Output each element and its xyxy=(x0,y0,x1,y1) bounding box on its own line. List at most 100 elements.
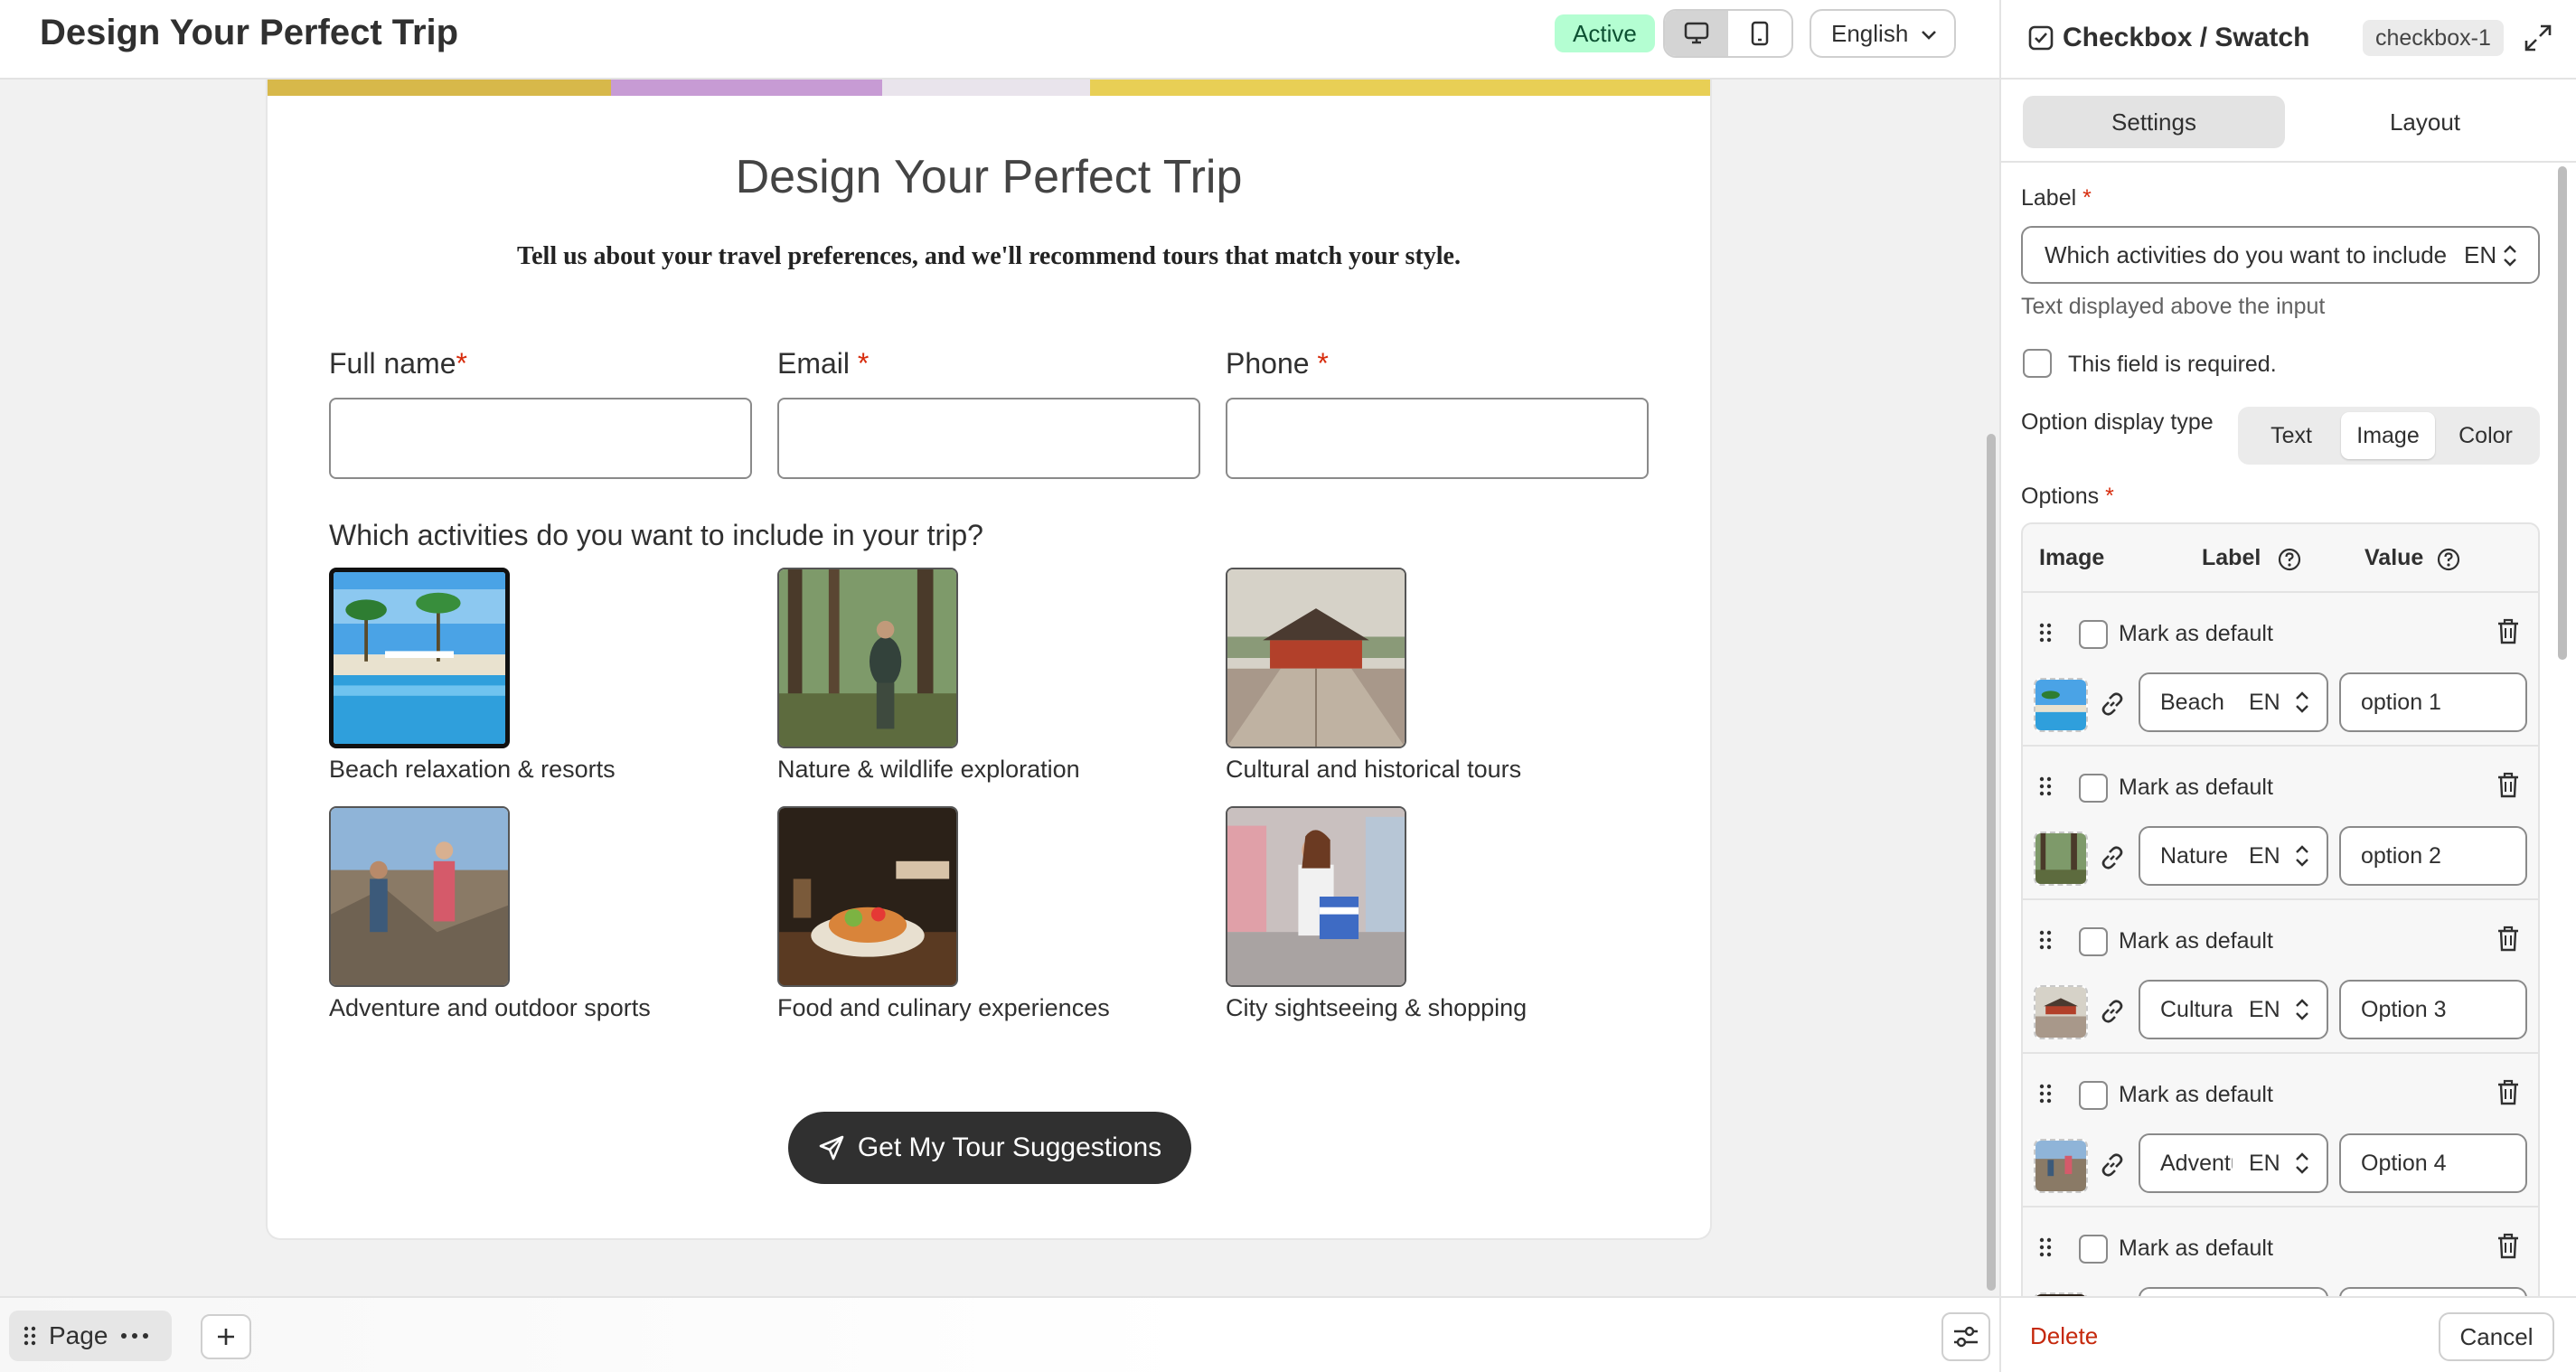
desktop-view-button[interactable] xyxy=(1665,11,1728,56)
language-select[interactable]: English xyxy=(1810,9,1956,58)
drag-handle-icon[interactable] xyxy=(24,1325,36,1347)
option-image-thumb[interactable] xyxy=(2034,985,2088,1039)
option-beach[interactable]: Beach relaxation & resorts xyxy=(329,568,763,785)
option-label: Adventure and outdoor sports xyxy=(329,994,651,1021)
trash-icon[interactable] xyxy=(2496,926,2520,953)
hero-image xyxy=(268,80,1710,96)
cultural-image xyxy=(1226,568,1406,748)
help-icon[interactable] xyxy=(2437,548,2460,571)
option-label: Beach relaxation & resorts xyxy=(329,756,616,783)
full-name-input[interactable] xyxy=(329,398,752,479)
updown-icon[interactable] xyxy=(2294,691,2310,714)
option-label: Nature & wildlife exploration xyxy=(777,756,1080,783)
option-nature[interactable]: Nature & wildlife exploration xyxy=(777,568,1211,785)
option-food[interactable]: Food and culinary experiences xyxy=(777,806,1211,1023)
display-type-image[interactable]: Image xyxy=(2341,412,2435,459)
option-image-thumb[interactable] xyxy=(2034,832,2088,886)
link-icon[interactable] xyxy=(2099,998,2126,1025)
canvas-settings-button[interactable] xyxy=(1941,1312,1990,1361)
updown-icon[interactable] xyxy=(2294,844,2310,868)
page-tab[interactable]: Page xyxy=(9,1311,172,1361)
canvas-scrollbar[interactable] xyxy=(1987,434,1996,1291)
trash-icon[interactable] xyxy=(2496,1079,2520,1106)
activities-question: Which activities do you want to include … xyxy=(329,519,983,551)
header-image: Image xyxy=(2039,545,2105,570)
submit-button[interactable]: Get My Tour Suggestions xyxy=(788,1112,1191,1184)
drag-handle-icon[interactable] xyxy=(2039,929,2052,951)
display-type-color[interactable]: Color xyxy=(2439,412,2533,459)
required-checkbox[interactable] xyxy=(2023,349,2052,378)
status-badge: Active xyxy=(1555,14,1655,52)
label-input[interactable]: Which activities do you want to include … xyxy=(2021,226,2540,284)
drag-handle-icon[interactable] xyxy=(2039,775,2052,797)
option-value-input[interactable]: Option 3 xyxy=(2339,980,2527,1039)
option-lang[interactable]: EN xyxy=(2249,982,2280,1038)
mark-default-checkbox[interactable] xyxy=(2079,620,2108,649)
help-icon[interactable] xyxy=(2278,548,2301,571)
option-value-input[interactable]: Option 4 xyxy=(2339,1133,2527,1193)
mark-default-checkbox[interactable] xyxy=(2079,927,2108,956)
form-card: Design Your Perfect Trip Tell us about y… xyxy=(266,80,1712,1240)
mark-default-label: Mark as default xyxy=(2119,1082,2273,1107)
mark-default-checkbox[interactable] xyxy=(2079,1235,2108,1264)
updown-icon[interactable] xyxy=(2502,244,2518,268)
options-table: Image Label Value Mark as default Beach … xyxy=(2021,522,2540,1372)
option-label-input[interactable]: Beach EN xyxy=(2139,672,2328,732)
option-adventure[interactable]: Adventure and outdoor sports xyxy=(329,806,763,1023)
drag-handle-icon[interactable] xyxy=(2039,622,2052,644)
updown-icon[interactable] xyxy=(2294,998,2310,1021)
desktop-icon xyxy=(1684,22,1709,44)
expand-icon[interactable] xyxy=(2524,23,2552,52)
tab-settings[interactable]: Settings xyxy=(2023,96,2285,148)
option-label: Food and culinary experiences xyxy=(777,994,1110,1021)
updown-icon[interactable] xyxy=(2294,1151,2310,1175)
mark-default-checkbox[interactable] xyxy=(2079,1081,2108,1110)
option-label-input[interactable]: Nature EN xyxy=(2139,826,2328,886)
food-image xyxy=(777,806,958,987)
option-row: Mark as default Beach EN option 1 xyxy=(2023,593,2538,747)
option-label-input[interactable]: Cultural EN xyxy=(2139,980,2328,1039)
cancel-button[interactable]: Cancel xyxy=(2439,1312,2554,1361)
option-value-input[interactable]: option 2 xyxy=(2339,826,2527,886)
header-value: Value xyxy=(2364,545,2424,570)
delete-button[interactable]: Delete xyxy=(2030,1320,2098,1352)
drag-handle-icon[interactable] xyxy=(2039,1236,2052,1258)
plus-icon xyxy=(218,1329,234,1345)
option-value-input[interactable]: option 1 xyxy=(2339,672,2527,732)
form-subtitle: Tell us about your travel preferences, a… xyxy=(517,242,1461,270)
drag-handle-icon[interactable] xyxy=(2039,1083,2052,1104)
adventure-image xyxy=(329,806,510,987)
tab-layout[interactable]: Layout xyxy=(2294,96,2556,148)
option-image-thumb[interactable] xyxy=(2034,1139,2088,1193)
header-label: Label xyxy=(2202,545,2261,570)
trash-icon[interactable] xyxy=(2496,772,2520,799)
trash-icon[interactable] xyxy=(2496,1233,2520,1260)
link-icon[interactable] xyxy=(2099,691,2126,718)
trash-icon[interactable] xyxy=(2496,618,2520,645)
option-lang[interactable]: EN xyxy=(2249,828,2280,884)
link-icon[interactable] xyxy=(2099,1151,2126,1179)
label-lang[interactable]: EN xyxy=(2464,228,2496,282)
more-icon[interactable] xyxy=(120,1332,149,1339)
top-bar: Design Your Perfect Trip Active English xyxy=(0,0,1999,80)
editor-canvas: Design Your Perfect Trip Tell us about y… xyxy=(0,80,1999,1296)
link-icon[interactable] xyxy=(2099,844,2126,871)
component-id-badge: checkbox-1 xyxy=(2363,20,2504,56)
option-label-input[interactable]: Adventure EN xyxy=(2139,1133,2328,1193)
display-type-text[interactable]: Text xyxy=(2245,412,2337,459)
email-input[interactable] xyxy=(777,398,1200,479)
panel-scrollbar[interactable] xyxy=(2558,166,2567,660)
option-lang[interactable]: EN xyxy=(2249,1135,2280,1191)
option-lang[interactable]: EN xyxy=(2249,674,2280,730)
submit-label: Get My Tour Suggestions xyxy=(857,1132,1162,1162)
mobile-view-button[interactable] xyxy=(1728,11,1791,56)
option-row: Mark as default Cultural EN Option 3 xyxy=(2023,900,2538,1054)
option-image-thumb[interactable] xyxy=(2034,678,2088,732)
phone-input[interactable] xyxy=(1226,398,1649,479)
form-title: Design Your Perfect Trip xyxy=(735,151,1243,203)
add-section-button[interactable] xyxy=(201,1314,251,1359)
option-city[interactable]: City sightseeing & shopping xyxy=(1226,806,1659,1023)
option-cultural[interactable]: Cultural and historical tours xyxy=(1226,568,1659,785)
mark-default-checkbox[interactable] xyxy=(2079,774,2108,803)
phone-label: Phone * xyxy=(1226,347,1329,380)
